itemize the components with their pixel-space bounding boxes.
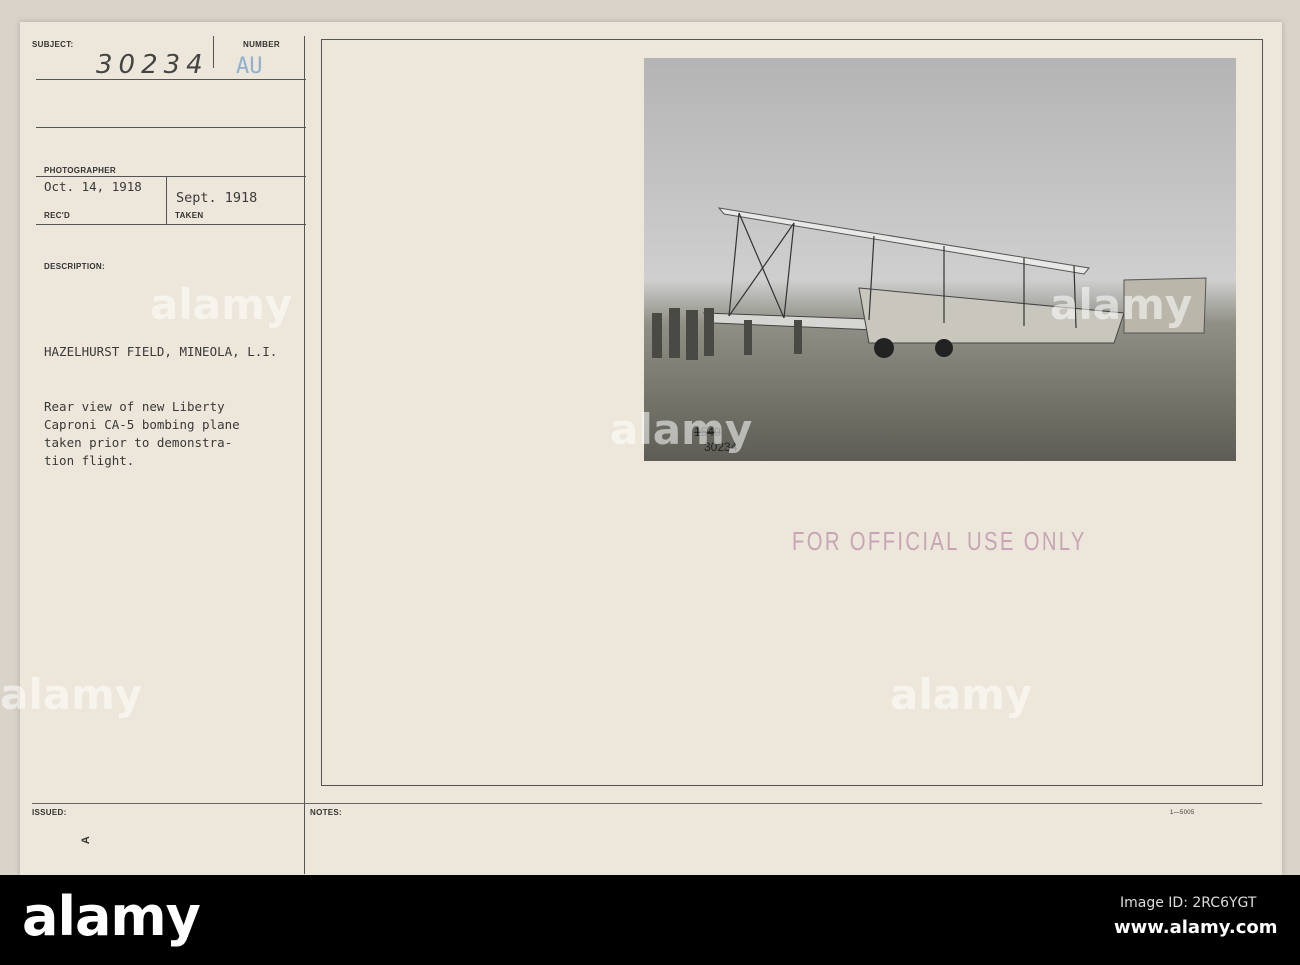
description-line: Caproni CA-5 bombing plane [44,417,240,432]
watermark: alamy [890,670,1033,719]
subject-number: 30234 [96,50,209,80]
number-code: AU [236,54,263,79]
received-date: Oct. 14, 1918 [44,179,142,194]
description-label: DESCRIPTION: [44,262,105,271]
description-line: taken prior to demonstra- [44,435,233,450]
location-text: HAZELHURST FIELD, MINEOLA, L.I. [44,344,278,359]
issued-mark: A [80,835,93,845]
official-use-stamp: FOR OFFICIAL USE ONLY [792,526,1087,556]
watermark: alamy [150,280,293,329]
watermark: alamy [610,405,753,454]
issued-label: ISSUED: [32,808,67,817]
taken-label: TAKEN [175,211,204,220]
notes-label: NOTES: [310,808,343,817]
watermark: alamy [0,670,143,719]
subject-label: SUBJECT: [32,40,74,49]
watermark: alamy [1050,280,1193,329]
image-id: Image ID: 2RC6YGT [1120,895,1257,911]
received-label: REC'D [44,211,71,220]
number-label: NUMBER [243,40,280,49]
photographer-label: PHOTOGRAPHER [44,166,116,175]
alamy-logo: alamy [22,885,201,948]
taken-date: Sept. 1918 [176,190,258,206]
site-url[interactable]: www.alamy.com [1114,917,1278,938]
footer-bar: alamy Image ID: 2RC6YGT www.alamy.com [0,875,1300,965]
form-number: 1—5005 [1170,810,1195,816]
description-line: tion flight. [44,453,135,468]
aircraft-photo: 1540 30234 [644,58,1236,461]
description-line: Rear view of new Liberty [44,399,225,414]
description-text: Rear view of new Liberty Caproni CA-5 bo… [44,398,240,470]
